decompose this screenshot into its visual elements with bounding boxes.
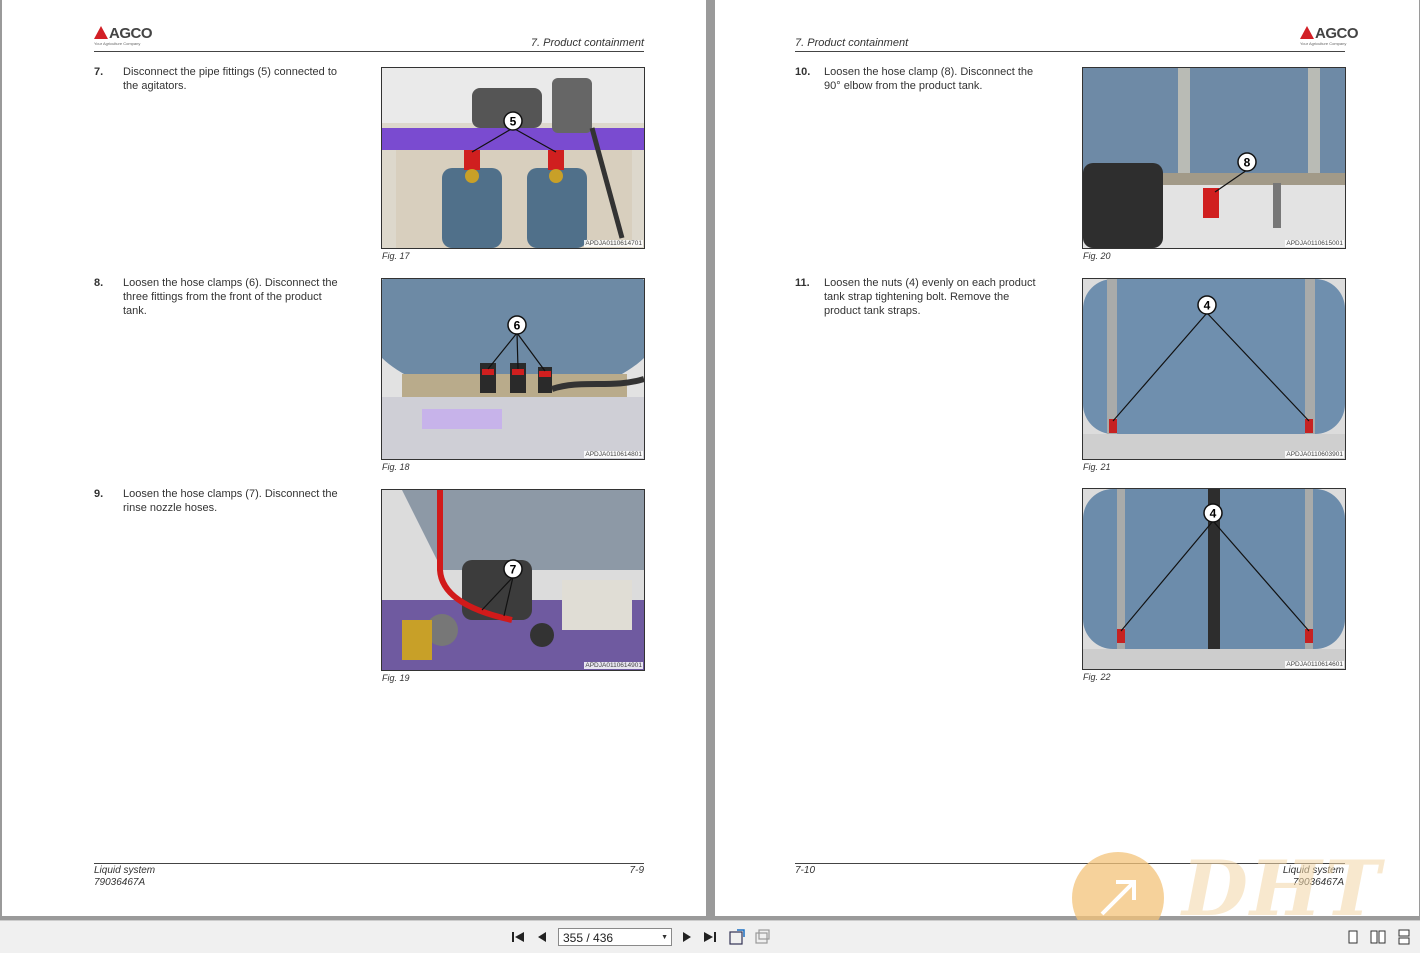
running-head: 7. Product containment (530, 37, 644, 49)
figure-code: APDJA0110603901 (1285, 451, 1344, 458)
callout-label: 6 (514, 319, 521, 333)
two-page-view-icon[interactable] (1370, 929, 1386, 945)
figure-caption: Fig. 22 (1083, 672, 1111, 682)
footer-section: Liquid system (94, 865, 156, 876)
callout-label: 4 (1204, 299, 1211, 313)
step-8: 8. Loosen the hose clamps (6). Disconnec… (94, 276, 364, 320)
agco-logo: AGCO Your Agriculture Company (94, 25, 153, 46)
step-number: 10. (795, 66, 811, 78)
last-page-icon[interactable] (702, 929, 718, 945)
figure-caption: Fig. 19 (382, 673, 410, 683)
single-page-view-icon[interactable] (1345, 929, 1361, 945)
figure-caption: Fig. 17 (382, 251, 410, 261)
step-text-line: tank strap tightening bolt. Remove the (824, 291, 1010, 303)
callout-label: 8 (1244, 156, 1251, 170)
right-page: AGCO Your Agriculture Company 7. Product… (715, 0, 1419, 916)
step-text-line: 90° elbow from the product tank. (824, 80, 983, 92)
pdf-toolbar: 355 / 436 ▼ (0, 920, 1420, 953)
figure-20-image: 8 APDJA0110615001 (1082, 67, 1346, 249)
figure-code: APDJA0110614901 (584, 662, 643, 669)
agco-logo: AGCO Your Agriculture Company (1300, 25, 1359, 46)
step-text-line: rinse nozzle hoses. (123, 502, 218, 514)
figure-21-image: 4 APDJA0110603901 (1082, 278, 1346, 460)
figure-19-image: 7 APDJA0110614901 (381, 489, 645, 671)
footer-doc-number: 79036467A (1292, 877, 1344, 888)
step-text-line: Loosen the nuts (4) evenly on each produ… (824, 277, 1036, 289)
callout-label: 4 (1210, 507, 1217, 521)
figure-caption: Fig. 18 (382, 462, 410, 472)
footer-doc-number: 79036467A (94, 877, 146, 888)
footer-left: Liquid system 79036467A (94, 865, 155, 889)
figure-caption: Fig. 21 (1083, 462, 1111, 472)
step-text-line: the agitators. (123, 80, 187, 92)
header-rule (795, 51, 1345, 52)
figure-22-image: 4 APDJA0110614601 (1082, 488, 1346, 670)
continuous-view-icon[interactable] (1396, 929, 1412, 945)
step-number: 8. (94, 277, 104, 289)
step-7: 7. Disconnect the pipe fittings (5) conn… (94, 65, 364, 95)
step-number: 7. (94, 66, 104, 78)
footer-right: Liquid system 79036467A (1283, 865, 1344, 889)
running-head: 7. Product containment (795, 37, 909, 49)
left-page: AGCO Your Agriculture Company 7. Product… (2, 0, 706, 916)
step-text-line: product tank straps. (824, 305, 921, 317)
footer-section: Liquid system (1282, 865, 1344, 876)
callout-label: 7 (510, 563, 517, 577)
figure-code: APDJA0110614801 (584, 451, 643, 458)
step-text-line: Disconnect the pipe fittings (5) connect… (123, 66, 338, 78)
step-text-line: three fittings from the front of the pro… (123, 291, 322, 303)
step-9: 9. Loosen the hose clamps (7). Disconnec… (94, 487, 364, 517)
callout-label: 5 (510, 115, 517, 129)
figure-code: APDJA0110614701 (584, 240, 643, 247)
figure-17-image: 5 APDJA0110614701 (381, 67, 645, 249)
header-rule (94, 51, 644, 52)
step-text-line: Loosen the hose clamp (8). Disconnect th… (824, 66, 1034, 78)
figure-code: APDJA0110615001 (1285, 240, 1344, 247)
chevron-down-icon[interactable]: ▼ (661, 929, 668, 947)
footer-rule (795, 863, 1345, 864)
step-number: 11. (795, 277, 810, 289)
footer-rule (94, 863, 644, 864)
footer-page-number: 7-9 (629, 865, 644, 876)
select-tool-icon[interactable] (729, 929, 745, 945)
footer-page-number: 7-10 (795, 865, 816, 876)
page-number-input[interactable]: 355 / 436 ▼ (558, 928, 672, 946)
step-text-line: Loosen the hose clamps (6). Disconnect t… (123, 277, 338, 289)
snapshot-icon[interactable] (754, 929, 770, 945)
step-10: 10. Loosen the hose clamp (8). Disconnec… (795, 65, 1065, 95)
step-text-line: tank. (123, 305, 147, 317)
previous-page-icon[interactable] (535, 929, 551, 945)
figure-caption: Fig. 20 (1083, 251, 1111, 261)
step-number: 9. (94, 488, 104, 500)
first-page-icon[interactable] (510, 929, 526, 945)
figure-18-image: 6 APDJA0110614801 (381, 278, 645, 460)
step-11: 11. Loosen the nuts (4) evenly on each p… (795, 276, 1065, 320)
next-page-icon[interactable] (678, 929, 694, 945)
figure-code: APDJA0110614601 (1285, 661, 1344, 668)
step-text-line: Loosen the hose clamps (7). Disconnect t… (123, 488, 338, 500)
